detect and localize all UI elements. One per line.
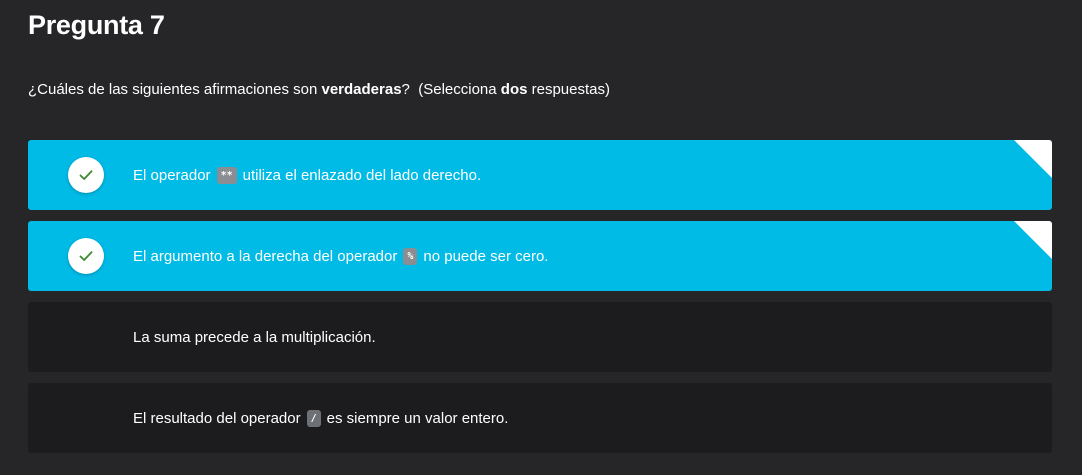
instruction-text-2: ? (Selecciona [401,81,501,98]
question-title: Pregunta 7 [28,10,165,40]
instruction-text-3: respuestas) [527,81,610,98]
question-page: Pregunta 7 ¿Cuáles de las siguientes afi… [0,0,1082,475]
code-snippet: ** [216,166,237,184]
selected-corner-marker [1014,221,1052,259]
answer-label: El resultado del operador / es siempre u… [133,383,508,453]
answer-text-before: El resultado del operador [133,409,301,427]
answer-text-before: El argumento a la derecha del operador [133,247,398,265]
answer-option-2[interactable]: El argumento a la derecha del operador %… [28,221,1052,291]
question-instruction: ¿Cuáles de las siguientes afirmaciones s… [28,80,610,100]
answer-text-before: El operador [133,166,211,184]
instruction-text-1: ¿Cuáles de las siguientes afirmaciones s… [28,81,322,98]
check-icon [68,238,104,274]
instruction-bold-2: dos [500,81,528,98]
answer-option-3[interactable]: La suma precede a la multiplicación. [28,302,1052,372]
check-icon [68,157,104,193]
answer-text-after: no puede ser cero. [423,247,549,265]
instruction-bold-1: verdaderas [321,81,402,98]
answer-text-after: utiliza el enlazado del lado derecho. [242,166,482,184]
answer-option-4[interactable]: El resultado del operador / es siempre u… [28,383,1052,453]
answer-text-after: es siempre un valor entero. [326,409,509,427]
answer-label: El argumento a la derecha del operador %… [133,221,548,291]
selected-corner-marker [1014,140,1052,178]
answer-label: El operador ** utiliza el enlazado del l… [133,140,481,210]
code-snippet: / [306,409,321,427]
code-snippet: % [403,247,418,265]
answer-options: El operador ** utiliza el enlazado del l… [28,140,1052,464]
answer-label: La suma precede a la multiplicación. [133,302,376,372]
answer-text: La suma precede a la multiplicación. [133,328,376,346]
answer-option-1[interactable]: El operador ** utiliza el enlazado del l… [28,140,1052,210]
